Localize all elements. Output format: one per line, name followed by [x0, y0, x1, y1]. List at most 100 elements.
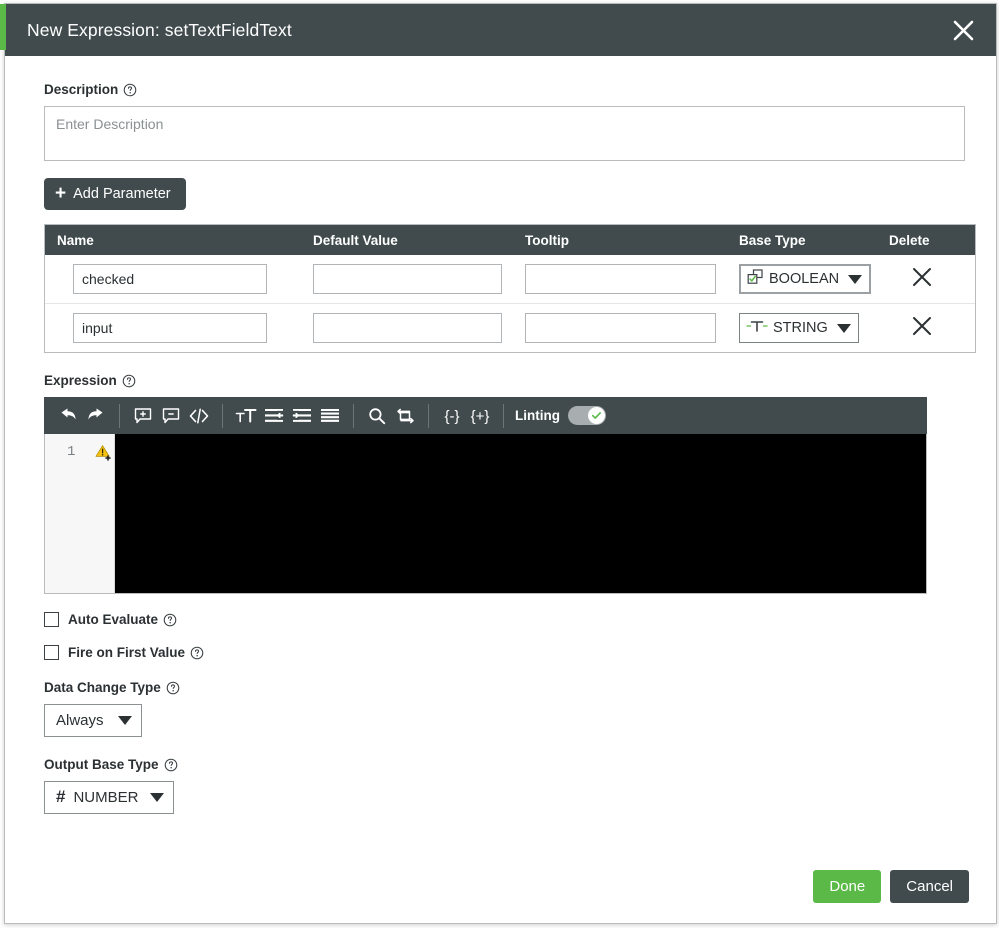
- column-header-tooltip: Tooltip: [525, 233, 739, 248]
- help-circle-icon[interactable]: [164, 758, 178, 772]
- code-tags-icon[interactable]: [185, 402, 213, 430]
- linting-toggle-knob: [588, 407, 605, 424]
- dialog-accent-bar: [0, 4, 6, 50]
- toolbar-separator: [353, 404, 354, 428]
- data-change-type-group: Data Change Type Always: [44, 680, 963, 737]
- column-header-base-type: Base Type: [739, 233, 889, 248]
- font-size-icon[interactable]: [232, 402, 260, 430]
- delete-row-icon[interactable]: [911, 315, 933, 337]
- base-type-select[interactable]: STRING: [739, 313, 859, 343]
- chevron-down-icon: [150, 793, 164, 802]
- expand-braces-icon[interactable]: {+}: [466, 402, 494, 430]
- cell-delete: [889, 266, 975, 293]
- expression-editor[interactable]: 1: [44, 434, 927, 594]
- auto-evaluate-checkbox[interactable]: [44, 612, 59, 627]
- cell-tooltip: [525, 313, 739, 343]
- data-change-type-select[interactable]: Always: [44, 704, 142, 737]
- search-icon[interactable]: [363, 402, 391, 430]
- column-header-delete: Delete: [889, 233, 975, 248]
- help-circle-icon[interactable]: [123, 83, 137, 97]
- description-input[interactable]: [44, 106, 965, 161]
- toolbar-separator: [428, 404, 429, 428]
- help-circle-icon[interactable]: [166, 681, 180, 695]
- help-circle-icon[interactable]: [122, 374, 136, 388]
- description-label: Description: [44, 82, 963, 97]
- warning-triangle-icon[interactable]: [95, 444, 113, 461]
- parameter-default-value-input[interactable]: [313, 313, 502, 343]
- fire-on-first-value-label: Fire on First Value: [68, 645, 204, 660]
- fire-on-first-value-checkbox[interactable]: [44, 645, 59, 660]
- dialog-titlebar: New Expression: setTextFieldText: [5, 4, 996, 56]
- auto-evaluate-label-text: Auto Evaluate: [68, 612, 158, 627]
- parameters-table: Name Default Value Tooltip Base Type Del…: [44, 224, 976, 353]
- editor-line-number: 1: [67, 444, 75, 460]
- parameter-name-input[interactable]: [73, 313, 267, 343]
- linting-toggle[interactable]: [568, 406, 606, 425]
- data-change-type-label: Data Change Type: [44, 680, 963, 695]
- cancel-button[interactable]: Cancel: [890, 870, 969, 903]
- cell-name: [45, 264, 313, 294]
- auto-evaluate-row: Auto Evaluate: [44, 612, 963, 627]
- delete-row-icon[interactable]: [911, 266, 933, 288]
- parameter-tooltip-input[interactable]: [525, 264, 716, 294]
- expression-section: Expression: [44, 373, 963, 594]
- new-expression-dialog: New Expression: setTextFieldText Descrip…: [4, 3, 997, 924]
- parameter-tooltip-input[interactable]: [525, 313, 716, 343]
- base-type-select[interactable]: BOOLEAN: [739, 264, 871, 294]
- dialog-footer: Done Cancel: [5, 857, 996, 923]
- table-row: STRING: [45, 304, 975, 352]
- cell-default-value: [313, 313, 525, 343]
- toolbar-separator: [222, 404, 223, 428]
- svg-text:{+}: {+}: [471, 408, 490, 425]
- description-label-text: Description: [44, 82, 118, 97]
- chevron-down-icon: [848, 275, 862, 284]
- help-circle-icon[interactable]: [163, 613, 177, 627]
- boolean-checkbox-icon: [747, 269, 764, 289]
- cell-name: [45, 313, 313, 343]
- parameters-table-header: Name Default Value Tooltip Base Type Del…: [45, 225, 975, 255]
- undo-icon[interactable]: [54, 402, 82, 430]
- collapse-braces-icon[interactable]: {-}: [438, 402, 466, 430]
- editor-gutter: 1: [45, 434, 115, 593]
- editor-code-area[interactable]: [115, 434, 926, 593]
- output-base-type-label-text: Output Base Type: [44, 757, 159, 772]
- remove-comment-icon[interactable]: [157, 402, 185, 430]
- dialog-title: New Expression: setTextFieldText: [27, 20, 948, 41]
- editor-toolbar: {-} {+} Linting: [44, 397, 927, 434]
- number-hash-icon: #: [56, 787, 65, 807]
- data-change-type-value: Always: [56, 712, 104, 729]
- outdent-icon[interactable]: [260, 402, 288, 430]
- help-circle-icon[interactable]: [190, 646, 204, 660]
- fire-on-first-value-row: Fire on First Value: [44, 645, 963, 660]
- base-type-value: BOOLEAN: [769, 271, 839, 287]
- expression-label: Expression: [44, 373, 963, 388]
- base-type-value: STRING: [773, 320, 828, 336]
- expression-label-text: Expression: [44, 373, 117, 388]
- output-base-type-label: Output Base Type: [44, 757, 963, 772]
- string-t-icon: [746, 318, 768, 338]
- svg-text:{-}: {-}: [444, 408, 459, 425]
- redo-icon[interactable]: [82, 402, 110, 430]
- plus-icon: +: [55, 184, 66, 203]
- cell-base-type: STRING: [739, 313, 889, 343]
- done-button[interactable]: Done: [813, 870, 881, 903]
- fire-on-first-value-label-text: Fire on First Value: [68, 645, 185, 660]
- replace-icon[interactable]: [391, 402, 419, 430]
- toolbar-separator: [119, 404, 120, 428]
- linting-label: Linting: [515, 408, 560, 423]
- indent-icon[interactable]: [288, 402, 316, 430]
- format-lines-icon[interactable]: [316, 402, 344, 430]
- output-base-type-group: Output Base Type # NUMBER: [44, 757, 963, 814]
- check-icon: [591, 410, 602, 421]
- add-parameter-label: Add Parameter: [73, 186, 171, 202]
- add-parameter-button[interactable]: + Add Parameter: [44, 178, 186, 210]
- add-comment-icon[interactable]: [129, 402, 157, 430]
- cell-default-value: [313, 264, 525, 294]
- parameter-name-input[interactable]: [73, 264, 267, 294]
- dialog-body: Description + Add Parameter Name Default…: [5, 56, 996, 857]
- chevron-down-icon: [837, 324, 851, 333]
- close-icon[interactable]: [948, 15, 978, 45]
- column-header-default-value: Default Value: [313, 233, 525, 248]
- output-base-type-select[interactable]: # NUMBER: [44, 781, 174, 814]
- parameter-default-value-input[interactable]: [313, 264, 502, 294]
